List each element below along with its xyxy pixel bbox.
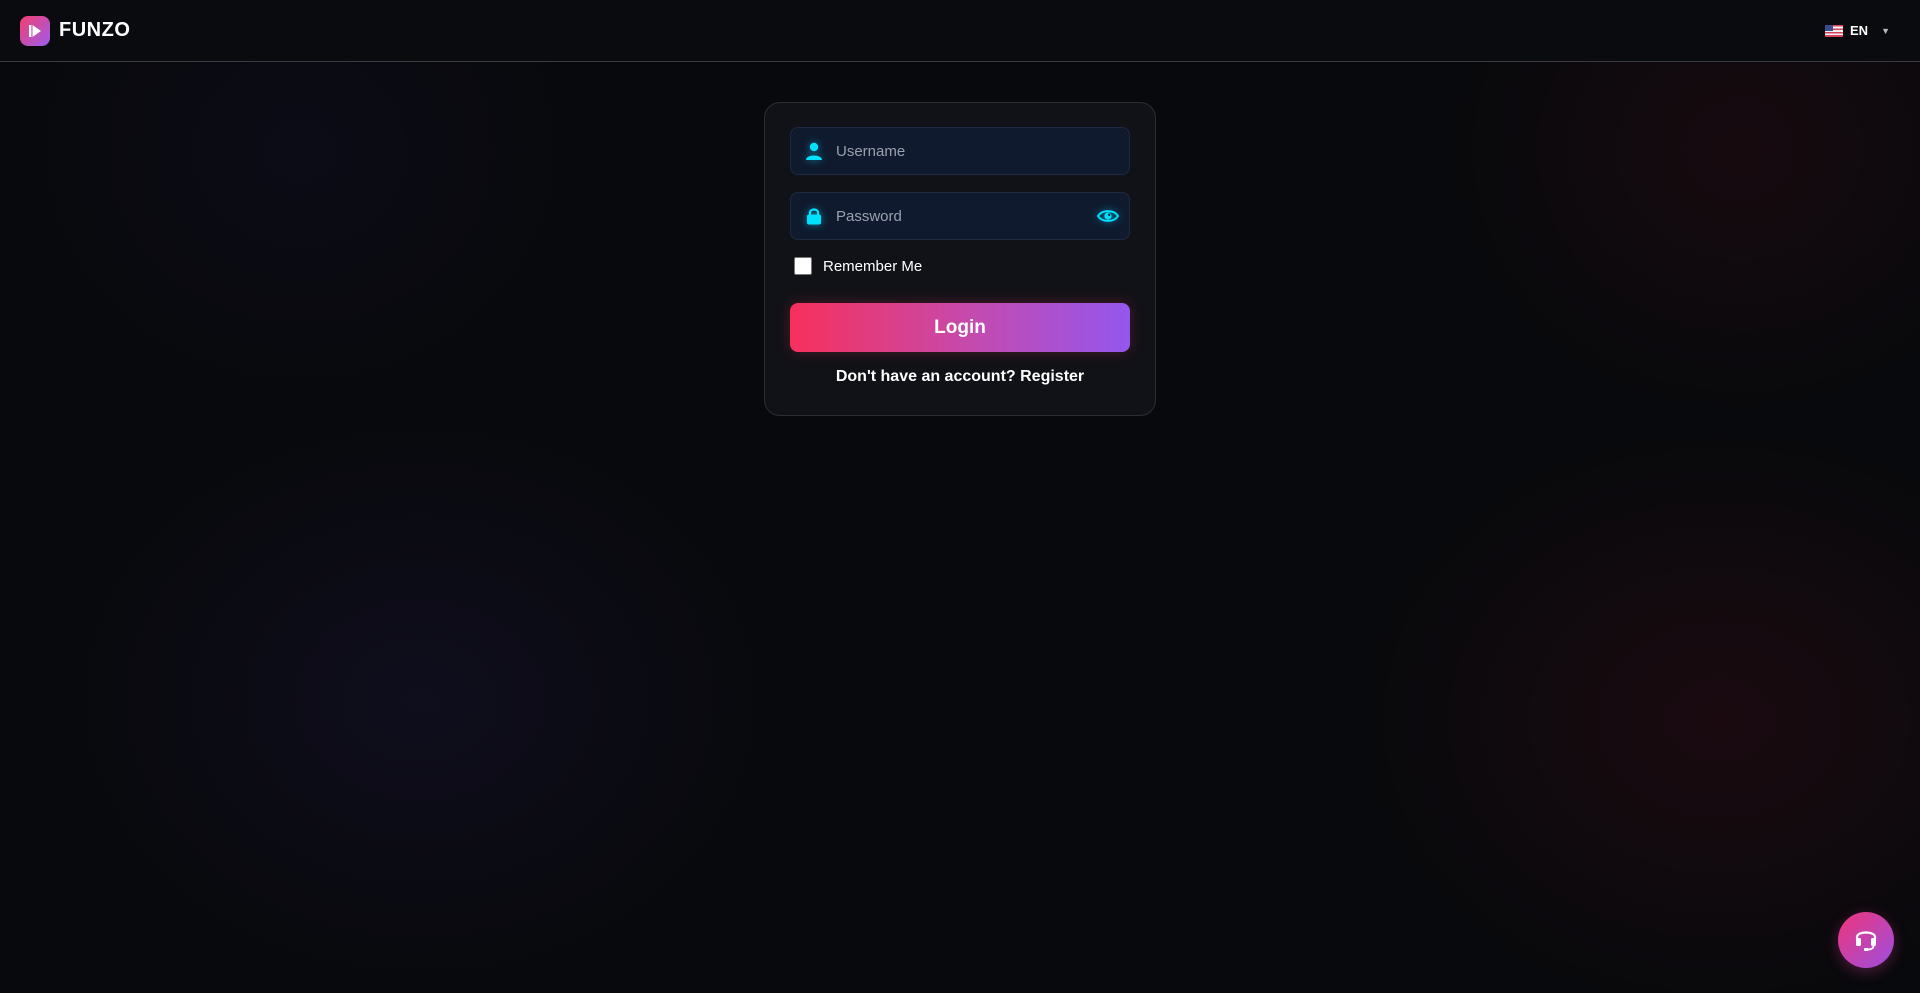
play-logo-icon bbox=[20, 15, 50, 46]
register-prompt: Don't have an account? Register bbox=[790, 368, 1130, 386]
remember-me-row: Remember Me bbox=[794, 257, 1130, 275]
username-field bbox=[790, 127, 1130, 175]
language-code: EN bbox=[1850, 23, 1869, 38]
headset-icon bbox=[1852, 924, 1880, 957]
eye-icon[interactable] bbox=[1095, 203, 1121, 229]
chevron-down-icon: ▼ bbox=[1881, 25, 1890, 36]
language-selector[interactable]: EN ▼ bbox=[1825, 23, 1890, 38]
password-field bbox=[790, 192, 1130, 240]
us-flag-icon bbox=[1825, 24, 1844, 37]
top-header: FUNZO EN ▼ bbox=[0, 0, 1920, 62]
support-chat-button[interactable] bbox=[1838, 912, 1894, 968]
register-prompt-text: Don't have an account? bbox=[835, 368, 1016, 385]
brand-name: FUNZO bbox=[59, 19, 131, 41]
user-icon bbox=[802, 139, 826, 163]
username-input[interactable] bbox=[826, 128, 1129, 174]
register-link[interactable]: Register bbox=[1020, 368, 1084, 385]
login-button[interactable]: Login bbox=[790, 303, 1130, 352]
login-card: Remember Me Login Don't have an account?… bbox=[764, 102, 1156, 416]
password-input[interactable] bbox=[826, 193, 1095, 239]
lock-icon bbox=[802, 204, 826, 228]
remember-me-label[interactable]: Remember Me bbox=[823, 258, 922, 275]
brand[interactable]: FUNZO bbox=[20, 15, 131, 46]
remember-me-checkbox[interactable] bbox=[794, 257, 812, 275]
